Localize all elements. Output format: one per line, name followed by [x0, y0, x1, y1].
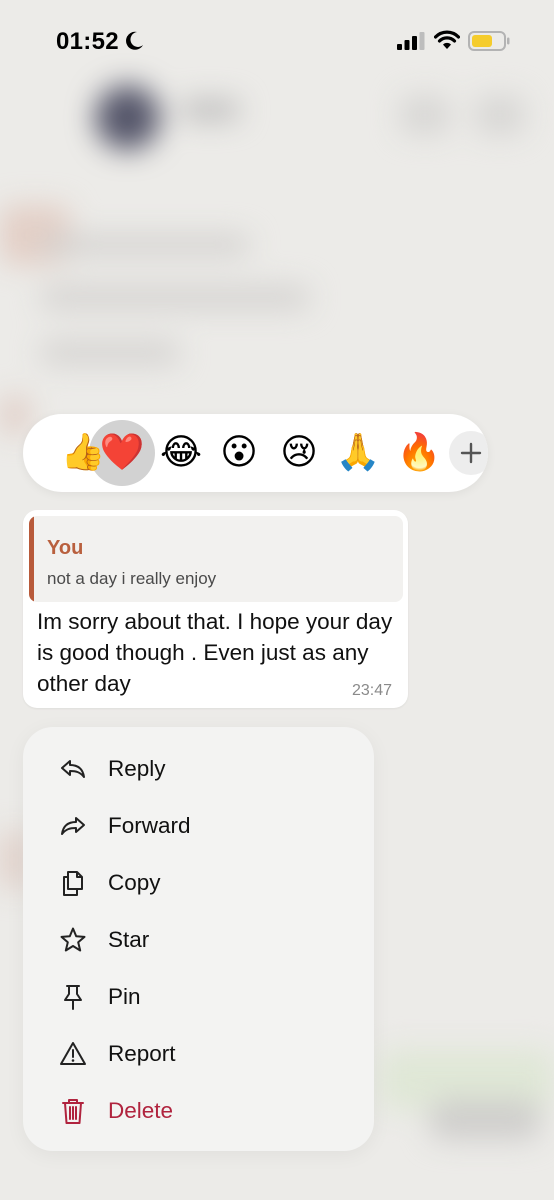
signal-icon — [397, 32, 425, 50]
menu-item-copy[interactable]: Copy — [23, 855, 374, 912]
plus-icon — [460, 442, 482, 464]
reaction-pray[interactable]: 🙏 — [327, 414, 389, 492]
battery-icon — [468, 31, 510, 51]
wifi-icon — [434, 30, 460, 49]
more-reactions-button[interactable] — [449, 431, 488, 475]
quote-text: not a day i really enjoy — [47, 569, 217, 588]
forward-icon — [61, 817, 85, 835]
menu-label-delete: Delete — [108, 1098, 174, 1123]
reply-icon — [61, 760, 85, 778]
star-icon — [60, 927, 86, 952]
menu-item-pin[interactable]: Pin — [23, 969, 374, 1026]
reaction-laughing[interactable]: 😂 — [150, 414, 212, 492]
menu-label-report: Report — [108, 1041, 176, 1066]
reaction-fire[interactable]: 🔥 — [388, 414, 450, 492]
message-bubble[interactable]: You not a day i really enjoy Im sorry ab… — [23, 510, 408, 708]
reaction-surprised[interactable]: 😮 — [208, 414, 270, 492]
menu-item-star[interactable]: Star — [23, 912, 374, 969]
copy-icon — [63, 871, 83, 896]
message-context-menu: Reply Forward Copy Star Pin Report Delet… — [23, 727, 374, 1151]
quote-accent-bar — [29, 516, 34, 602]
menu-item-delete[interactable]: Delete — [23, 1083, 374, 1140]
pin-icon — [64, 985, 82, 1010]
reaction-heart[interactable]: ❤️ — [89, 414, 155, 492]
report-icon — [60, 1042, 86, 1065]
status-time: 01:52 — [56, 28, 119, 55]
menu-label-reply: Reply — [108, 756, 166, 781]
reaction-crying[interactable]: 😢 — [268, 414, 330, 492]
quote-author: You — [47, 537, 84, 559]
message-text: Im sorry about that. I hope your day is … — [37, 609, 393, 696]
moon-icon — [126, 31, 143, 50]
trash-icon — [62, 1099, 84, 1124]
message-timestamp: 23:47 — [351, 682, 392, 699]
menu-item-report[interactable]: Report — [23, 1026, 374, 1083]
reaction-bar: 👍 ❤️ 😂 😮 😢 🙏 🔥 — [23, 414, 488, 492]
menu-label-pin: Pin — [108, 984, 141, 1009]
menu-label-forward: Forward — [108, 813, 191, 838]
quoted-message[interactable]: You not a day i really enjoy — [29, 516, 403, 602]
menu-label-star: Star — [108, 927, 150, 952]
menu-item-forward[interactable]: Forward — [23, 798, 374, 855]
status-bar: 01:52 — [0, 0, 554, 84]
menu-item-reply[interactable]: Reply — [23, 741, 374, 798]
menu-label-copy: Copy — [108, 870, 161, 895]
